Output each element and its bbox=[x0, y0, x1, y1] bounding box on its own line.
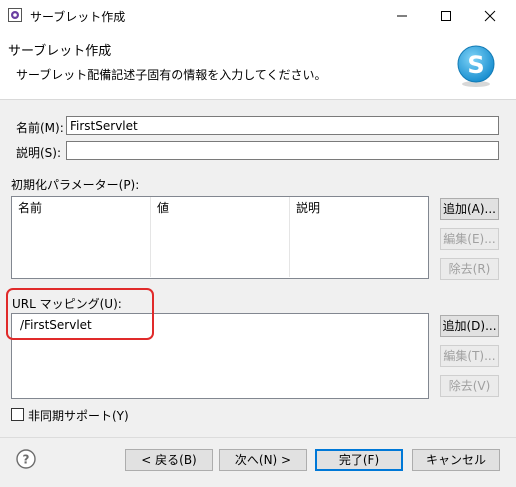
highlight-annotation bbox=[6, 288, 154, 340]
banner-description: サーブレット配備記述子固有の情報を入力してください。 bbox=[16, 68, 327, 82]
app-icon bbox=[8, 8, 22, 22]
minimize-button[interactable] bbox=[380, 0, 424, 31]
init-params-label: 初期化パラメーター(P): bbox=[11, 178, 140, 192]
banner-title: サーブレット作成 bbox=[8, 44, 112, 59]
maximize-button[interactable] bbox=[424, 0, 468, 31]
init-params-table[interactable]: 名前 値 説明 bbox=[11, 196, 429, 279]
add-url-mapping-button[interactable]: 追加(D)... bbox=[440, 315, 499, 337]
logo-letter: S bbox=[467, 51, 484, 79]
window-title: サーブレット作成 bbox=[30, 10, 126, 24]
close-button[interactable] bbox=[468, 0, 512, 31]
column-header-name[interactable]: 名前 bbox=[12, 197, 150, 219]
async-support-label[interactable]: 非同期サポート(Y) bbox=[28, 407, 129, 424]
async-support-checkbox[interactable] bbox=[11, 408, 24, 421]
cancel-button[interactable]: キャンセル bbox=[412, 449, 500, 471]
column-header-value[interactable]: 値 bbox=[151, 197, 289, 219]
edit-init-param-button[interactable]: 編集(E)... bbox=[440, 228, 499, 250]
description-label: 説明(S): bbox=[16, 146, 62, 160]
next-button[interactable]: 次へ(N) > bbox=[219, 449, 307, 471]
back-button[interactable]: < 戻る(B) bbox=[125, 449, 213, 471]
close-icon bbox=[484, 10, 496, 21]
footer-divider bbox=[0, 437, 516, 438]
svg-text:?: ? bbox=[23, 453, 30, 467]
minimize-icon bbox=[397, 15, 407, 16]
help-icon[interactable]: ? bbox=[16, 449, 36, 469]
servlet-s-logo-icon: S bbox=[457, 45, 495, 87]
add-init-param-button[interactable]: 追加(A)... bbox=[440, 198, 499, 220]
name-label: 名前(M): bbox=[16, 121, 64, 135]
maximize-icon bbox=[441, 10, 451, 21]
column-header-description[interactable]: 説明 bbox=[290, 197, 428, 219]
remove-init-param-button[interactable]: 除去(R) bbox=[440, 258, 499, 280]
finish-button[interactable]: 完了(F) bbox=[315, 449, 403, 471]
remove-url-mapping-button[interactable]: 除去(V) bbox=[440, 375, 499, 397]
edit-url-mapping-button[interactable]: 編集(T)... bbox=[440, 345, 499, 367]
name-field[interactable] bbox=[66, 116, 499, 135]
description-field[interactable] bbox=[66, 141, 499, 160]
